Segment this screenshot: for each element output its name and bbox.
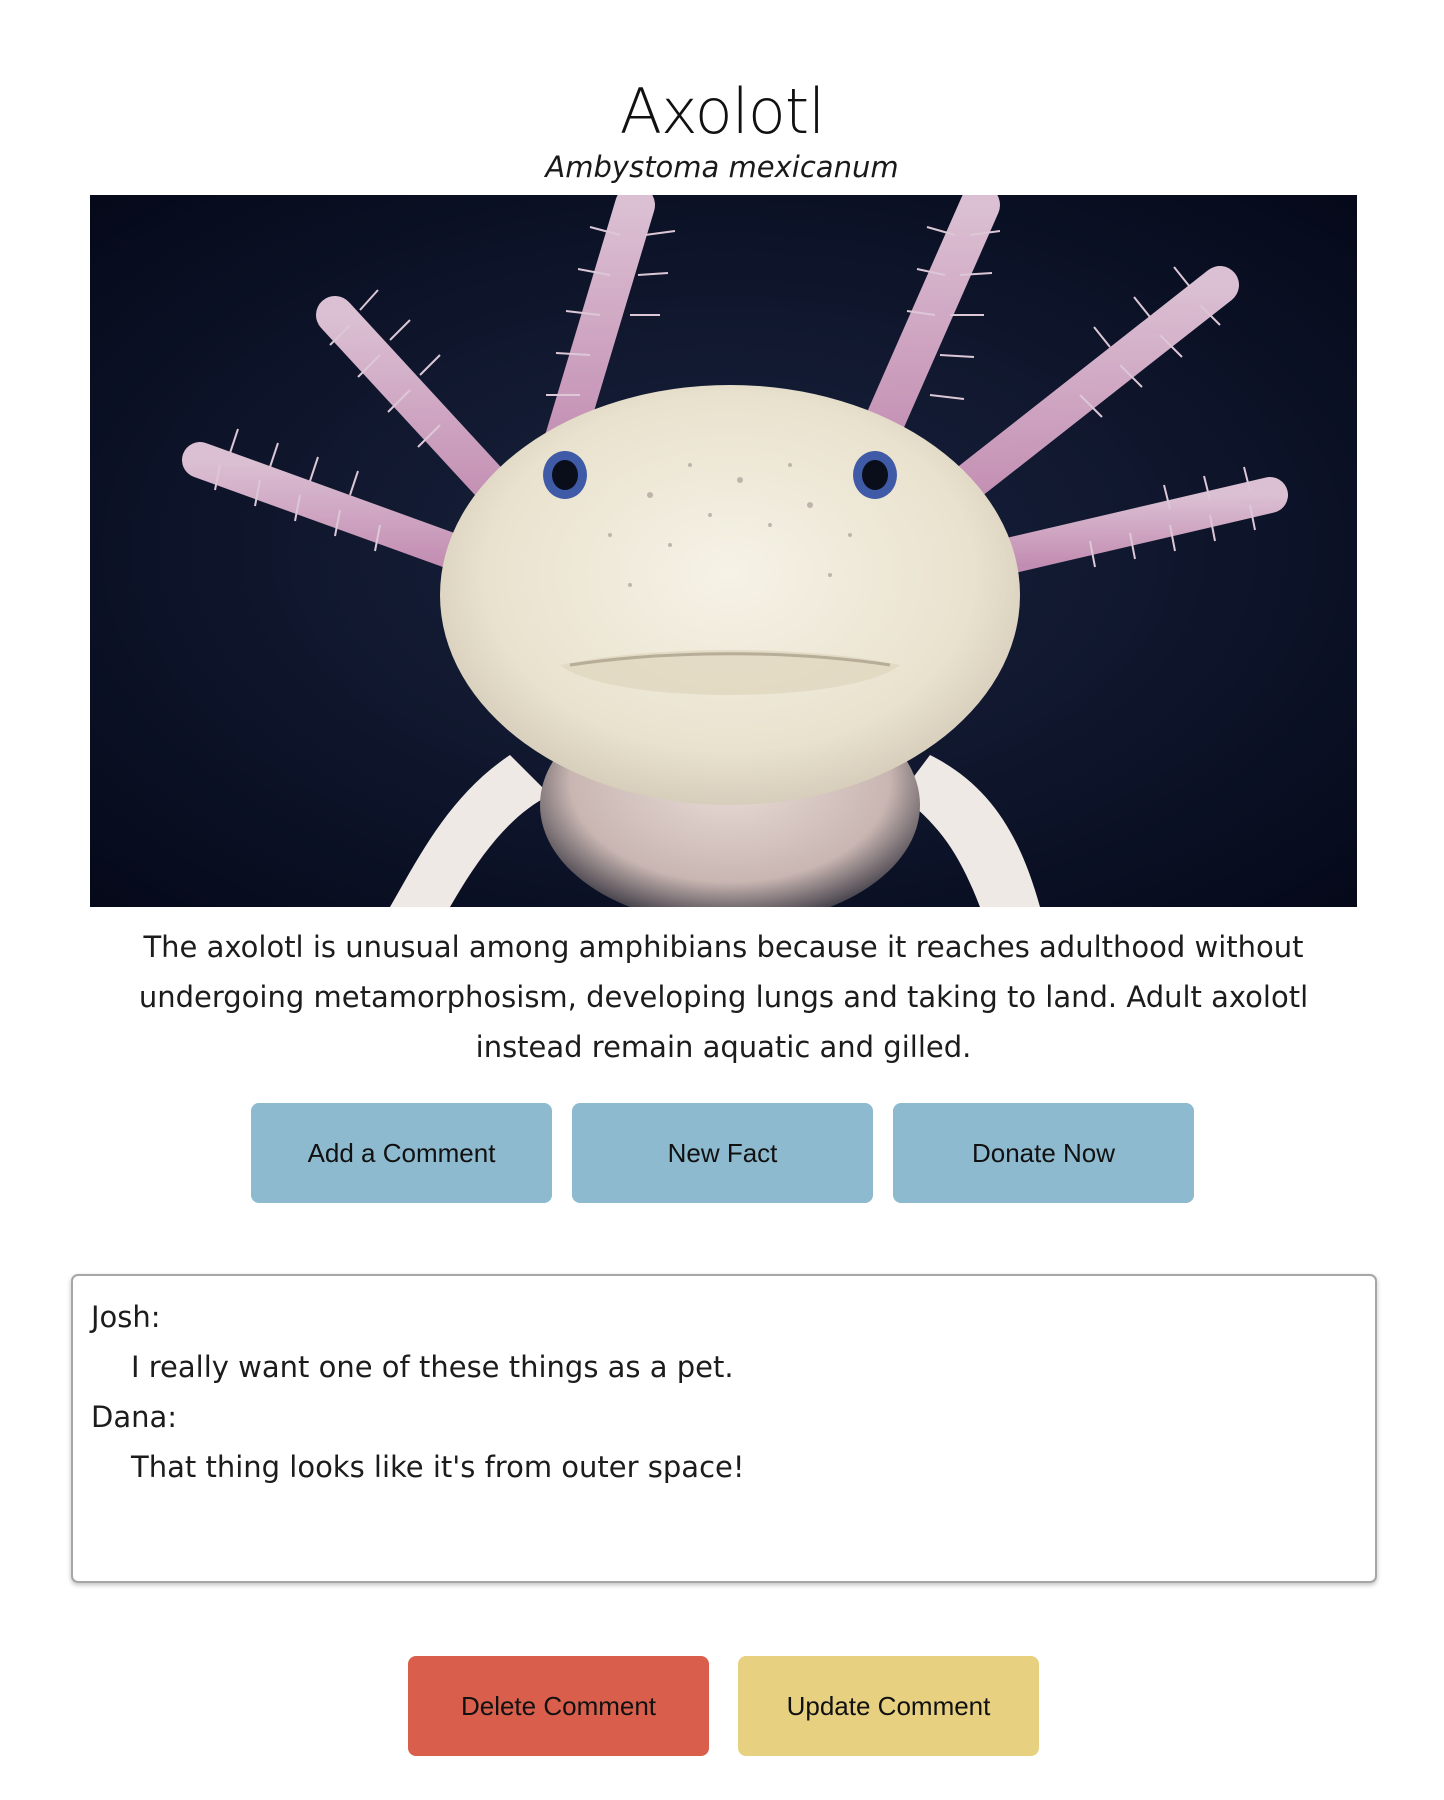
add-comment-button[interactable]: Add a Comment [251, 1103, 552, 1203]
comment-item: Dana: That thing looks like it's from ou… [91, 1392, 1357, 1492]
comment-text: I really want one of these things as a p… [131, 1350, 734, 1384]
comment-author: Josh: [91, 1300, 161, 1334]
new-fact-button[interactable]: New Fact [572, 1103, 873, 1203]
donate-now-button[interactable]: Donate Now [893, 1103, 1194, 1203]
comment-author: Dana: [91, 1400, 178, 1434]
page-title: Axolotl [619, 75, 826, 148]
comments-box[interactable]: Josh: I really want one of these things … [71, 1274, 1377, 1583]
fact-description: The axolotl is unusual among amphibians … [138, 930, 1309, 1064]
axolotl-photo [90, 195, 1357, 907]
update-comment-button[interactable]: Update Comment [738, 1656, 1039, 1756]
scientific-name: Ambystoma mexicanum [545, 150, 899, 184]
comment-item: Josh: I really want one of these things … [91, 1292, 1357, 1392]
delete-comment-button[interactable]: Delete Comment [408, 1656, 709, 1756]
comment-text: That thing looks like it's from outer sp… [131, 1450, 745, 1484]
page: Axolotl Ambystoma mexicanum The axolotl … [0, 0, 1444, 1800]
